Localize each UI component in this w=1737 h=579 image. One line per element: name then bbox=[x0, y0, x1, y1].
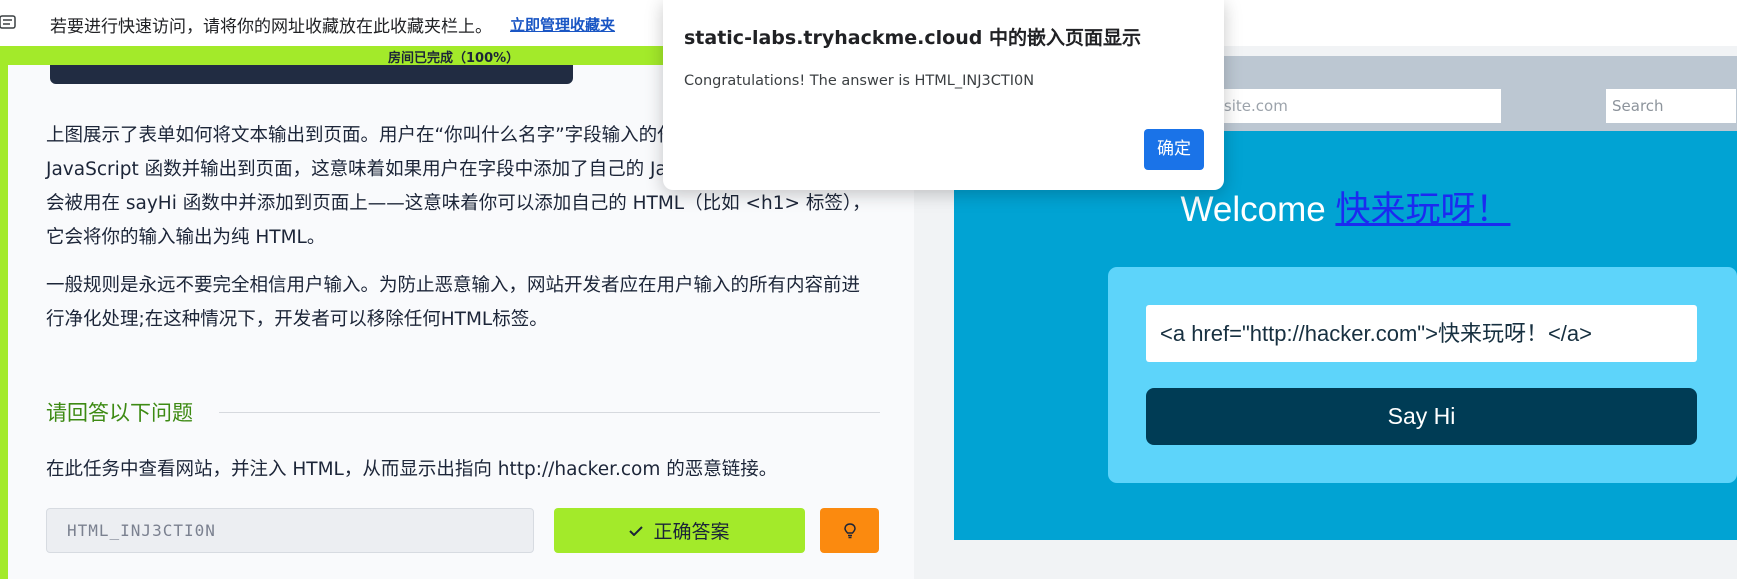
name-input[interactable]: <a href="http://hacker.com">快来玩呀！</a> bbox=[1146, 305, 1697, 362]
correct-answer-label: 正确答案 bbox=[653, 521, 730, 543]
progress-label: 房间已完成（100%） bbox=[388, 51, 520, 66]
alert-dialog: static-labs.tryhackme.cloud 中的嵌入页面显示 Con… bbox=[663, 0, 1224, 190]
welcome-prefix: Welcome bbox=[1180, 190, 1336, 229]
question-section-header: 请回答以下问题 bbox=[46, 397, 880, 427]
bookmark-bar-message: 若要进行快速访问，请将你的网址收藏放在此收藏夹栏上。 bbox=[50, 17, 492, 37]
screen: 若要进行快速访问，请将你的网址收藏放在此收藏夹栏上。 立即管理收藏夹 房间已完成… bbox=[0, 0, 1737, 579]
question-text: 在此任务中查看网站，并注入 HTML，从而显示出指向 http://hacker… bbox=[46, 459, 778, 480]
bookmark-icon bbox=[0, 15, 16, 29]
injected-link[interactable]: 快来玩呀！ bbox=[1335, 190, 1510, 229]
image-bottom-edge bbox=[50, 65, 573, 84]
manage-favorites-link[interactable]: 立即管理收藏夹 bbox=[510, 14, 615, 35]
correct-answer-button[interactable]: 正确答案 bbox=[554, 508, 805, 553]
divider bbox=[219, 411, 880, 413]
dialog-title: static-labs.tryhackme.cloud 中的嵌入页面显示 bbox=[684, 27, 1141, 49]
say-hi-button[interactable]: Say Hi bbox=[1146, 388, 1697, 445]
task-accent-border bbox=[0, 65, 8, 579]
check-icon bbox=[629, 525, 644, 536]
answer-field[interactable]: HTML_INJ3CTI0N bbox=[46, 508, 534, 553]
hint-button[interactable] bbox=[820, 508, 879, 553]
site-body: Welcome 快来玩呀！ <a href="http://hacker.com… bbox=[954, 131, 1737, 540]
question-section-title: 请回答以下问题 bbox=[46, 401, 193, 425]
lightbulb-icon bbox=[843, 522, 856, 538]
dialog-ok-button[interactable]: 确定 bbox=[1144, 129, 1204, 170]
task-paragraph-2: 一般规则是永远不要完全相信用户输入。为防止恶意输入，网站开发者应在用户输入的所有… bbox=[46, 275, 861, 330]
site-search-input[interactable]: Search bbox=[1606, 89, 1736, 123]
dialog-message: Congratulations! The answer is HTML_INJ3… bbox=[684, 73, 1035, 89]
name-form-card: <a href="http://hacker.com">快来玩呀！</a> Sa… bbox=[1108, 267, 1737, 483]
